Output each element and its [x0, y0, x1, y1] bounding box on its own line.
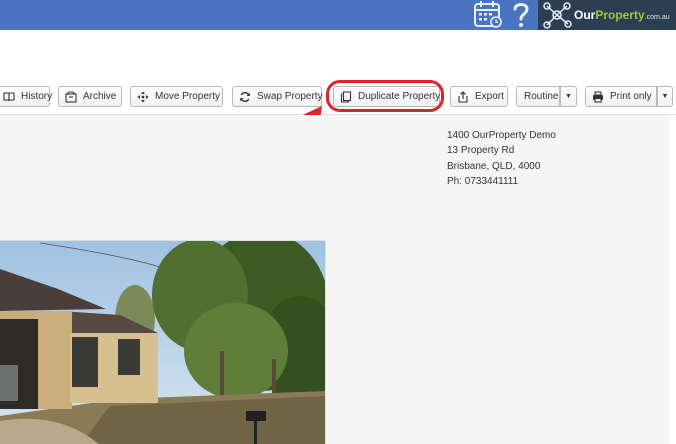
archive-button[interactable]: Archive: [58, 86, 122, 107]
agency-street: 13 Property Rd: [447, 145, 515, 157]
export-icon: [458, 90, 468, 103]
agency-city: Brisbane, QLD, 4000: [447, 160, 541, 172]
ourproperty-logo[interactable]: OurProperty.com.au: [538, 0, 676, 30]
caret-down-icon: ▼: [661, 93, 669, 100]
swap-property-label: Swap Property: [257, 91, 323, 102]
archive-icon: [65, 90, 77, 103]
export-label: Export: [475, 91, 504, 102]
calendar-icon[interactable]: [472, 0, 504, 30]
print-dropdown-toggle[interactable]: ▼: [657, 86, 673, 107]
agency-name: 1400 OurProperty Demo: [447, 130, 556, 141]
routine-button[interactable]: Routine: [516, 86, 560, 107]
routine-label: Routine: [524, 91, 559, 102]
caret-down-icon: ▼: [565, 93, 572, 100]
print-only-button[interactable]: Print only: [585, 86, 657, 107]
routine-dropdown-toggle[interactable]: ▼: [560, 86, 577, 107]
move-property-label: Move Property: [155, 91, 221, 102]
agency-address-block: 1400 OurProperty Demo 13 Property Rd Bri…: [447, 128, 556, 189]
move-arrows-icon: [137, 91, 149, 102]
property-photo[interactable]: [0, 240, 326, 444]
archive-label: Archive: [83, 91, 117, 102]
logo-text: OurProperty.com.au: [574, 8, 670, 22]
book-icon: [3, 92, 15, 102]
history-label: History: [21, 91, 53, 102]
highlight-annotation: [326, 80, 444, 112]
print-only-label: Print only: [610, 91, 652, 102]
printer-icon: [593, 90, 603, 103]
export-button[interactable]: Export: [450, 86, 508, 107]
help-icon[interactable]: [508, 0, 534, 30]
move-property-button[interactable]: Move Property: [130, 86, 223, 107]
refresh-icon: [240, 91, 250, 102]
agency-phone: Ph: 0733441111: [447, 175, 519, 187]
history-button[interactable]: History: [0, 86, 53, 107]
